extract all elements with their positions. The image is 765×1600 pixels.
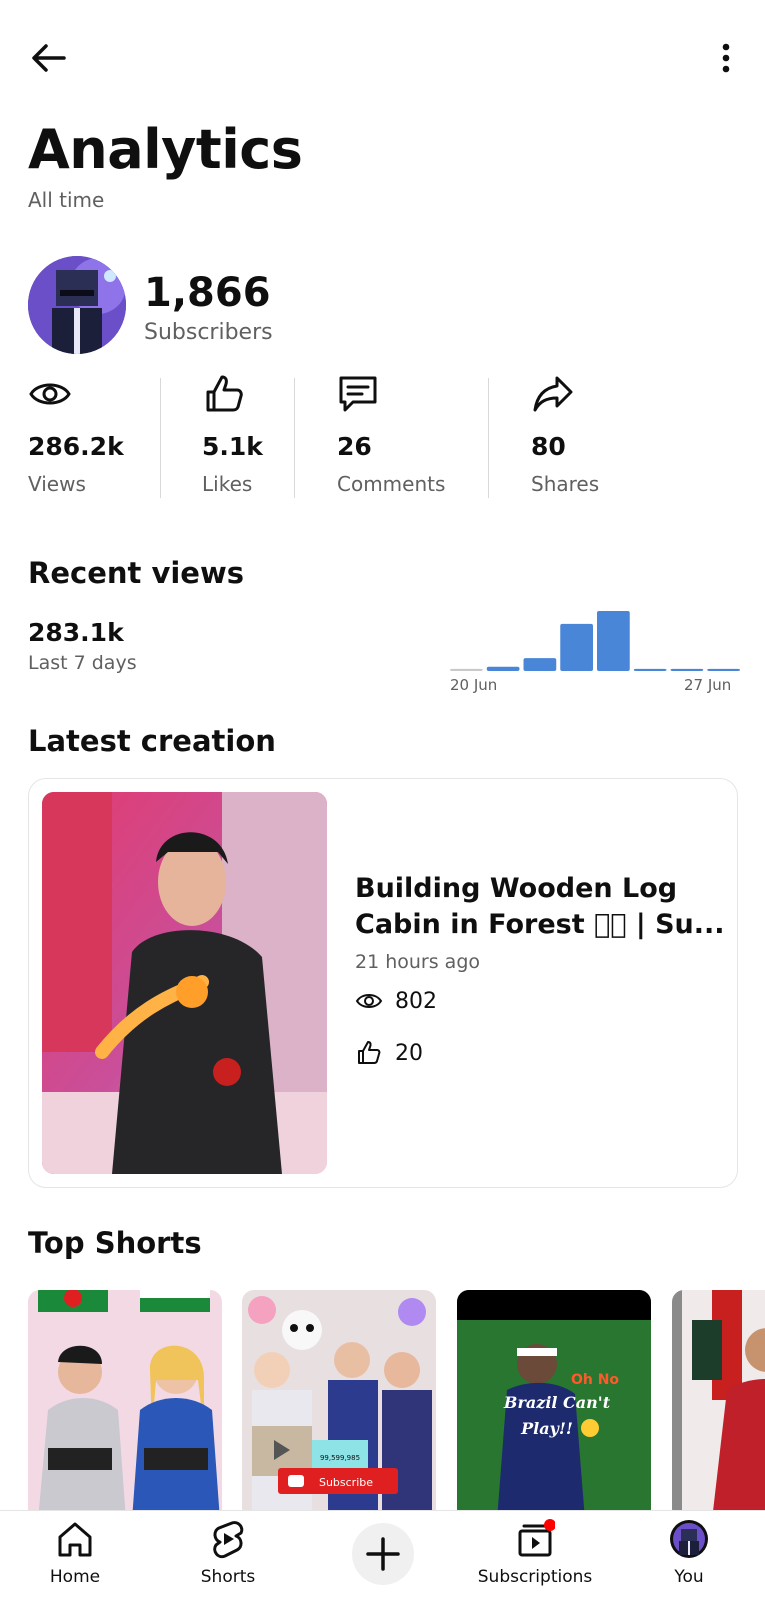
video-title[interactable]: Building Wooden Log Cabin in Forest    |… bbox=[355, 871, 725, 943]
stat-value: 5.1k bbox=[202, 432, 263, 461]
video-views-value: 802 bbox=[395, 988, 437, 1014]
stat-value: 80 bbox=[531, 432, 566, 461]
short-thumbnail[interactable] bbox=[28, 1290, 222, 1510]
short-thumbnail[interactable]: Oh No Brazil Can't Play!! bbox=[457, 1290, 651, 1510]
short-thumbnail[interactable] bbox=[672, 1290, 765, 1510]
recent-views-period[interactable]: Last 7 days bbox=[28, 652, 137, 674]
short-image: Oh No Brazil Can't Play!! bbox=[457, 1290, 651, 1510]
short-subscribe-text: Subscribe bbox=[319, 1476, 373, 1489]
more-vert-icon bbox=[722, 43, 730, 73]
short-image bbox=[672, 1290, 765, 1510]
chart-bar bbox=[450, 668, 483, 671]
video-likes: 20 bbox=[355, 1037, 423, 1069]
top-bar bbox=[0, 0, 765, 120]
recent-views-title: Recent views bbox=[28, 556, 245, 590]
short-image: 99,599,985 Subscribe bbox=[242, 1290, 436, 1510]
chart-bar bbox=[707, 668, 740, 671]
comment-icon bbox=[339, 376, 377, 412]
short-thumbnail[interactable]: 99,599,985 Subscribe bbox=[242, 1290, 436, 1510]
eye-icon bbox=[355, 994, 383, 1008]
subscriptions-icon bbox=[518, 1519, 555, 1557]
share-icon bbox=[533, 376, 573, 412]
nav-label: Home bbox=[49, 1567, 101, 1587]
page-subtitle: All time bbox=[28, 188, 105, 212]
chart-bar bbox=[633, 668, 667, 671]
thumbnail-image bbox=[42, 792, 327, 1174]
nav-you[interactable]: You bbox=[614, 1511, 764, 1600]
back-button[interactable] bbox=[26, 38, 70, 82]
chart-end-label: 27 Jun bbox=[684, 676, 732, 694]
video-likes-value: 20 bbox=[395, 1040, 423, 1066]
stat-value: 26 bbox=[337, 432, 372, 461]
stat-label: Likes bbox=[202, 472, 253, 496]
video-time: 21 hours ago bbox=[355, 951, 481, 973]
divider bbox=[160, 378, 161, 498]
nav-label: You bbox=[674, 1567, 704, 1587]
chart-start-label: 20 Jun bbox=[450, 676, 498, 694]
nav-home[interactable]: Home bbox=[0, 1511, 150, 1600]
stat-label: Comments bbox=[337, 472, 446, 496]
latest-video-card[interactable]: Building Wooden Log Cabin in Forest    |… bbox=[28, 778, 738, 1188]
nav-label: Shorts bbox=[200, 1567, 256, 1587]
divider bbox=[294, 378, 295, 498]
arrow-left-icon bbox=[32, 44, 66, 72]
video-thumbnail[interactable] bbox=[42, 792, 327, 1174]
short-image bbox=[28, 1290, 222, 1510]
thumbs-up-icon bbox=[358, 1041, 381, 1064]
divider bbox=[488, 378, 489, 498]
video-views: 802 bbox=[355, 985, 437, 1017]
chart-bar bbox=[560, 623, 593, 671]
home-icon bbox=[58, 1522, 92, 1557]
chart-bar bbox=[597, 611, 630, 671]
eye-icon bbox=[29, 383, 71, 405]
notification-badge bbox=[544, 1519, 555, 1531]
channel-avatar[interactable] bbox=[28, 256, 126, 354]
shorts-icon bbox=[213, 1521, 244, 1559]
chart-bar bbox=[523, 658, 557, 671]
more-options-button[interactable] bbox=[706, 40, 746, 80]
short-counter-text: 99,599,985 bbox=[320, 1454, 360, 1462]
short-overlay-text: Play!! bbox=[520, 1419, 573, 1438]
top-shorts-row[interactable]: 99,599,985 Subscribe Oh No Brazil Can't … bbox=[0, 1290, 765, 1510]
nav-shorts[interactable]: Shorts bbox=[153, 1511, 303, 1600]
subscriber-count: 1,866 bbox=[144, 270, 271, 316]
subscriber-label: Subscribers bbox=[144, 320, 273, 345]
short-overlay-text: Oh No bbox=[571, 1372, 619, 1388]
stat-label: Views bbox=[28, 472, 86, 496]
create-button[interactable] bbox=[352, 1523, 414, 1585]
page-title: Analytics bbox=[28, 118, 303, 181]
avatar-icon bbox=[670, 1520, 708, 1558]
chart-bar bbox=[486, 666, 520, 671]
stat-label: Shares bbox=[531, 472, 600, 496]
thumbs-up-icon bbox=[206, 375, 243, 412]
avatar-image bbox=[28, 256, 126, 354]
nav-label: Subscriptions bbox=[477, 1567, 593, 1587]
bottom-nav: Home Shorts Subscriptions You bbox=[0, 1510, 765, 1600]
nav-subscriptions[interactable]: Subscriptions bbox=[460, 1511, 610, 1600]
recent-views-value: 283.1k bbox=[28, 618, 124, 647]
latest-creation-title: Latest creation bbox=[28, 724, 276, 758]
stat-value: 286.2k bbox=[28, 432, 124, 461]
plus-icon bbox=[366, 1537, 400, 1571]
chart-bar bbox=[670, 668, 704, 671]
short-overlay-text: Brazil Can't bbox=[503, 1393, 611, 1412]
top-shorts-title: Top Shorts bbox=[28, 1226, 202, 1260]
